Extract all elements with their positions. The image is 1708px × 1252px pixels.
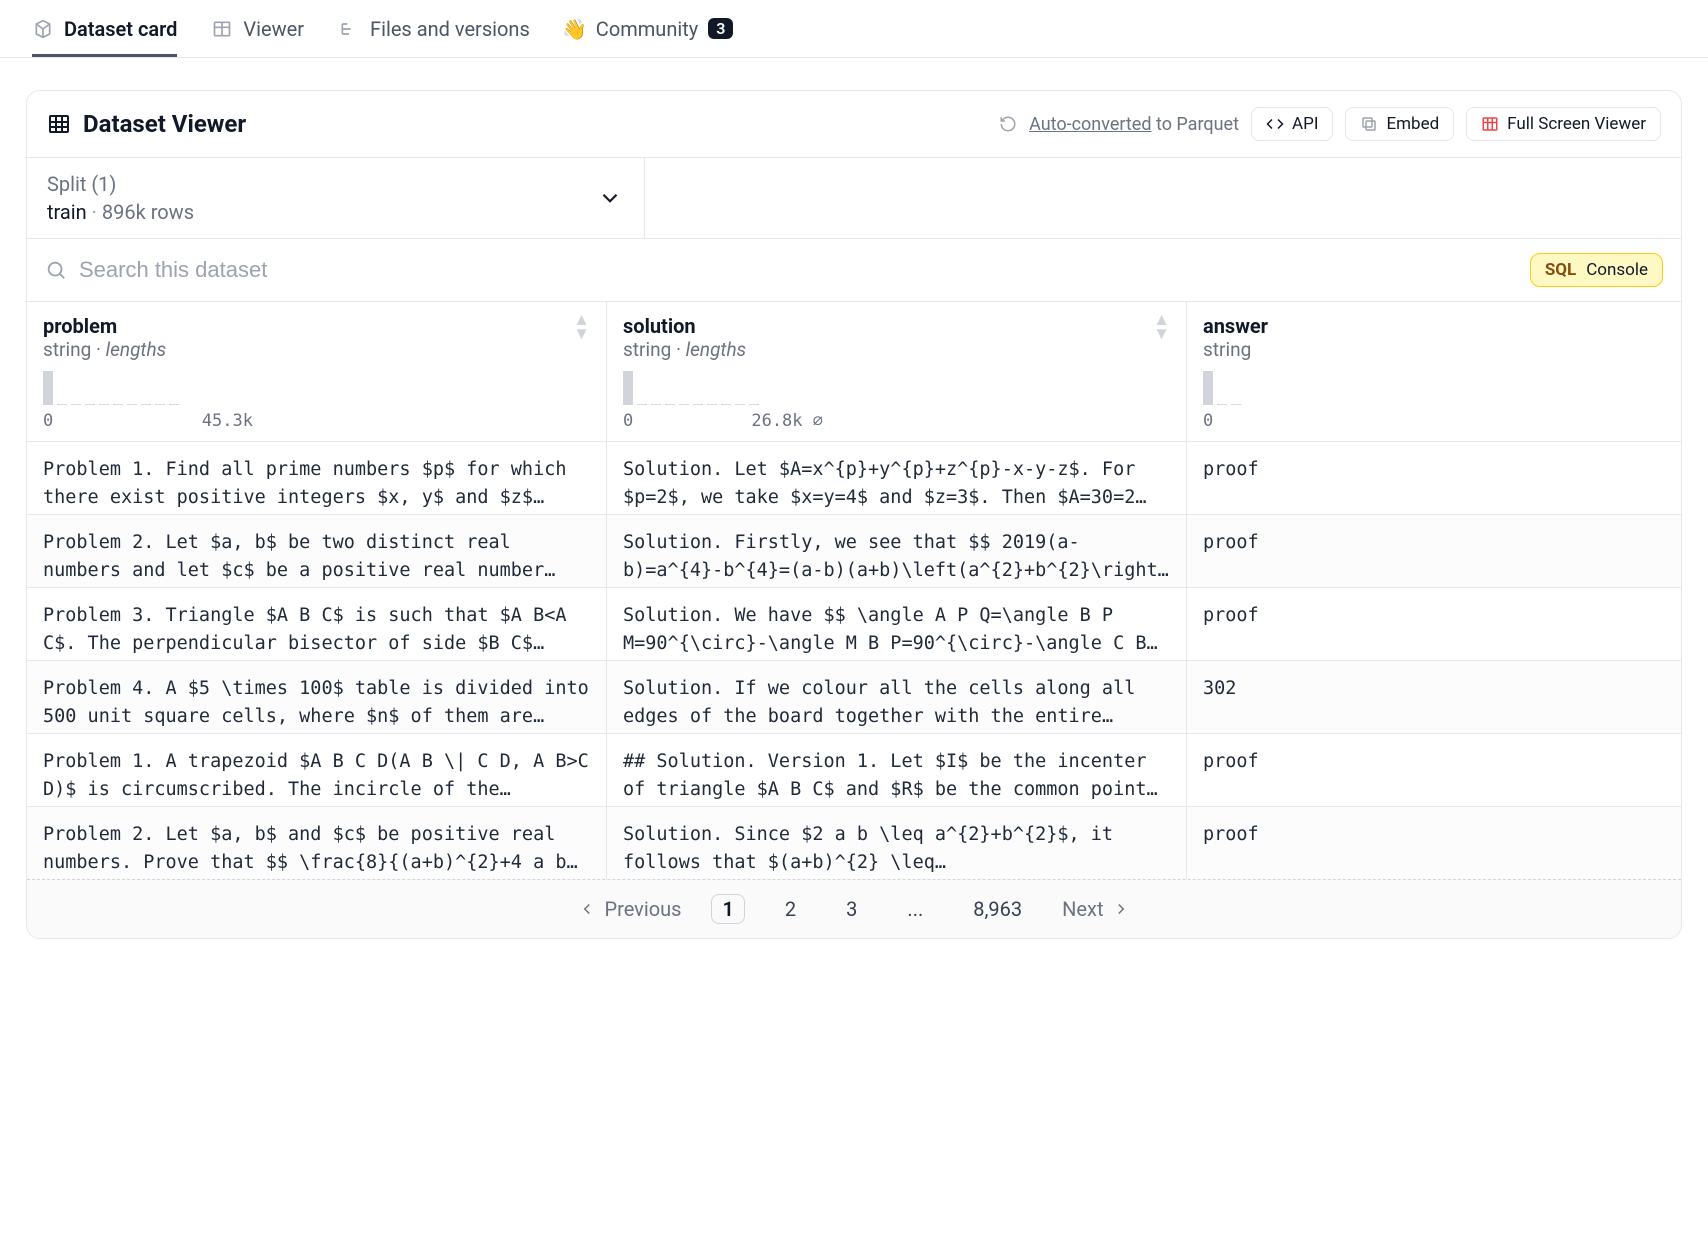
cube-icon (32, 18, 54, 40)
cell-problem: Problem 4. A $5 \times 100$ table is div… (27, 661, 607, 733)
table-icon (211, 18, 233, 40)
sql-badge: SQL (1545, 260, 1576, 280)
tab-viewer[interactable]: Viewer (211, 0, 304, 57)
cell-answer: proof (1187, 807, 1681, 879)
histo-range: 026.8k ⌀ (623, 411, 823, 431)
column-name: solution (623, 314, 746, 338)
sort-icon[interactable]: ▲▼ (1153, 314, 1170, 341)
console-label: Console (1586, 260, 1648, 280)
table-rows: Problem 1. Find all prime numbers $p$ fo… (27, 442, 1681, 880)
fullscreen-label: Full Screen Viewer (1507, 114, 1646, 134)
panel-header: Dataset Viewer Auto-converted to Parquet… (27, 91, 1681, 158)
column-header-solution[interactable]: solution string · lengths ▲▼ 026.8k ⌀ (607, 302, 1187, 441)
api-label: API (1292, 114, 1318, 134)
grid-red-icon (1481, 115, 1499, 133)
api-button[interactable]: API (1251, 107, 1333, 141)
tabs-bar: Dataset card Viewer Files and versions 👋… (0, 0, 1708, 58)
tab-label: Community (596, 17, 698, 41)
cell-solution: Solution. If we colour all the cells alo… (607, 661, 1187, 733)
prev-button[interactable]: Previous (578, 897, 681, 921)
cell-solution: Solution. Let $A=x^{p}+y^{p}+z^{p}-x-y-z… (607, 442, 1187, 514)
tab-community[interactable]: 👋 Community 3 (564, 0, 734, 57)
histogram (43, 371, 590, 405)
pagination: Previous 1 2 3 ... 8,963 Next (27, 880, 1681, 938)
table-row[interactable]: Problem 1. Find all prime numbers $p$ fo… (27, 442, 1681, 515)
next-button[interactable]: Next (1062, 897, 1129, 921)
cell-solution: Solution. We have $$ \angle A P Q=\angle… (607, 588, 1187, 660)
column-type: string · lengths (43, 338, 166, 361)
split-row: Split (1) train · 896k rows (27, 158, 1681, 239)
sort-icon[interactable]: ▲▼ (573, 314, 590, 341)
cell-solution: ## Solution. Version 1. Let $I$ be the i… (607, 734, 1187, 806)
page-1[interactable]: 1 (711, 894, 744, 924)
grid-icon (47, 112, 71, 136)
chevron-left-icon (578, 900, 596, 918)
embed-label: Embed (1386, 114, 1439, 134)
table-row[interactable]: Problem 1. A trapezoid $A B C D(A B \| C… (27, 734, 1681, 807)
tab-files[interactable]: Files and versions (338, 0, 530, 57)
table-row[interactable]: Problem 4. A $5 \times 100$ table is div… (27, 661, 1681, 734)
column-type: string · lengths (623, 338, 746, 361)
cell-solution: Solution. Firstly, we see that $$ 2019(a… (607, 515, 1187, 587)
page-2[interactable]: 2 (775, 895, 806, 923)
table-row[interactable]: Problem 2. Let $a, b$ be two distinct re… (27, 515, 1681, 588)
panel-title-text: Dataset Viewer (83, 110, 246, 138)
column-header-problem[interactable]: problem string · lengths ▲▼ 045.3k (27, 302, 607, 441)
panel-title: Dataset Viewer (47, 110, 246, 138)
tab-dataset-card[interactable]: Dataset card (32, 0, 177, 57)
refresh-icon[interactable] (999, 115, 1017, 133)
panel-actions: Auto-converted to Parquet API Embed Full… (999, 107, 1661, 141)
sql-console-button[interactable]: SQL Console (1530, 253, 1663, 287)
split-selector[interactable]: Split (1) train · 896k rows (27, 158, 645, 238)
tab-label: Files and versions (370, 17, 530, 41)
page-last[interactable]: 8,963 (963, 895, 1032, 923)
search-icon (45, 259, 67, 281)
column-header-answer[interactable]: answer string 0 (1187, 302, 1681, 441)
code-icon (1266, 115, 1284, 133)
cell-solution: Solution. Since $2 a b \leq a^{2}+b^{2}$… (607, 807, 1187, 879)
cell-problem: Problem 2. Let $a, b$ be two distinct re… (27, 515, 607, 587)
column-name: problem (43, 314, 166, 338)
tree-icon (338, 18, 360, 40)
cell-answer: proof (1187, 442, 1681, 514)
embed-button[interactable]: Embed (1345, 107, 1454, 141)
cell-problem: Problem 1. A trapezoid $A B C D(A B \| C… (27, 734, 607, 806)
tab-label: Viewer (243, 17, 304, 41)
cell-problem: Problem 2. Let $a, b$ and $c$ be positiv… (27, 807, 607, 879)
chevron-down-icon (596, 184, 624, 212)
cell-problem: Problem 3. Triangle $A B C$ is such that… (27, 588, 607, 660)
columns-header: problem string · lengths ▲▼ 045.3k solut… (27, 302, 1681, 442)
search-input[interactable] (79, 257, 1530, 283)
page-ellipsis: ... (897, 895, 933, 923)
copy-icon (1360, 115, 1378, 133)
page-3[interactable]: 3 (836, 895, 867, 923)
cell-problem: Problem 1. Find all prime numbers $p$ fo… (27, 442, 607, 514)
to-parquet-text: to Parquet (1152, 114, 1239, 135)
histo-range: 0 (1203, 411, 1665, 431)
histogram (623, 371, 1170, 405)
cell-answer: proof (1187, 588, 1681, 660)
wave-emoji-icon: 👋 (564, 18, 586, 40)
dataset-viewer-panel: Dataset Viewer Auto-converted to Parquet… (26, 90, 1682, 939)
histo-range: 045.3k (43, 411, 253, 431)
cell-answer: 302 (1187, 661, 1681, 733)
cell-answer: proof (1187, 515, 1681, 587)
auto-converted-link[interactable]: Auto-converted (1029, 114, 1151, 135)
histogram (1203, 371, 1665, 405)
column-type: string (1203, 338, 1268, 361)
tab-label: Dataset card (64, 17, 177, 41)
community-count-badge: 3 (708, 18, 733, 39)
search-row: SQL Console (27, 239, 1681, 302)
split-value: train · 896k rows (47, 200, 194, 224)
cell-answer: proof (1187, 734, 1681, 806)
table-row[interactable]: Problem 2. Let $a, b$ and $c$ be positiv… (27, 807, 1681, 880)
fullscreen-button[interactable]: Full Screen Viewer (1466, 107, 1661, 141)
column-name: answer (1203, 314, 1268, 338)
chevron-right-icon (1112, 900, 1130, 918)
split-label: Split (1) (47, 172, 194, 196)
table-row[interactable]: Problem 3. Triangle $A B C$ is such that… (27, 588, 1681, 661)
